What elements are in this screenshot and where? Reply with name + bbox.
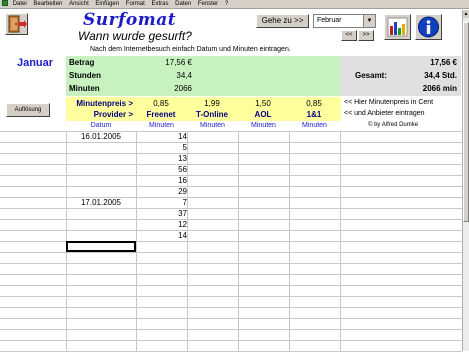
price-cell[interactable]: 0,85 [289,98,339,109]
date-cell[interactable] [66,153,136,164]
provider-hint-text: << und Anbieter eintragen [344,110,425,117]
grid-row-line [0,340,462,341]
menu-bar: Datei Bearbeiten Ansicht Einfügen Format… [0,0,469,9]
menu-item-format[interactable]: Format [126,0,145,8]
date-cell[interactable] [66,175,136,186]
provider-row-label: Provider > [93,110,133,119]
vertical-scrollbar[interactable]: ▲ [462,10,469,351]
month-summary-panel: Betrag 17,56 € Stunden 34,4 Minuten 2066 [66,56,340,96]
minutes-cell[interactable]: 16 [136,175,187,186]
grid-row-line [0,274,462,275]
info-button[interactable] [415,14,442,40]
grid-row-line [0,318,462,319]
minutes-cell[interactable]: 37 [136,208,187,219]
pricing-panel: Minutenpreis > Provider > 0,85 1,99 1,50… [66,97,341,121]
bar-chart-icon [387,17,408,37]
summary-row-amount: Betrag 17,56 € [66,56,340,69]
grid-row-line [0,252,462,253]
grid-row-line [0,307,462,308]
next-month-button[interactable]: >> [358,30,374,41]
menu-item-edit[interactable]: Bearbeiten [33,0,62,8]
month-select[interactable]: Februar ▼ [313,14,376,28]
menu-item-window[interactable]: Fenster [198,0,218,8]
total-minutes: 2066 min [422,84,457,93]
column-header-date: Datum [90,122,112,129]
info-icon [418,16,439,38]
summary-label: Betrag [69,58,95,67]
date-cell[interactable]: 16.01.2005 [66,131,136,142]
minutes-cell[interactable]: 7 [136,197,187,208]
page-question: Wann wurde gesurft? [78,29,192,43]
scrollbar-thumb[interactable] [463,22,469,222]
instructions-text: Nach dem Internetbesuch einfach Datum un… [90,46,291,53]
scroll-up-icon[interactable]: ▲ [463,10,469,18]
provider-cell[interactable]: 1&1 [289,109,339,120]
reset-button[interactable]: Auflösung [6,103,50,117]
date-cell[interactable] [66,208,136,219]
menu-item-data[interactable]: Daten [175,0,191,8]
app-brand-title: Surfomat [83,10,177,30]
chevron-down-icon[interactable]: ▼ [363,15,375,27]
current-month-label: Januar [16,57,54,69]
minutes-cell[interactable]: 5 [136,142,187,153]
exit-button[interactable] [5,13,28,35]
total-hours: 34,4 Std. [424,71,457,80]
summary-value: 17,56 € [165,58,192,67]
date-cell[interactable] [66,142,136,153]
menu-item-view[interactable]: Ansicht [69,0,89,8]
total-summary-panel: 17,56 € Gesamt: 34,4 Std. 2066 min [340,56,461,96]
grid-row-line [0,285,462,286]
column-header-minutes: Minuten [149,122,174,129]
price-cell[interactable]: 0,85 [136,98,186,109]
month-select-value: Februar [317,17,342,24]
minutes-cell[interactable]: 13 [136,153,187,164]
excel-app-icon[interactable] [2,0,8,7]
price-cell[interactable]: 1,99 [187,98,237,109]
grid-row-line [0,296,462,297]
provider-cell[interactable]: T-Online [187,109,237,120]
provider-cell[interactable]: Freenet [136,109,186,120]
minutes-cell[interactable]: 29 [136,186,187,197]
price-cell[interactable]: 1,50 [238,98,288,109]
column-header-minutes: Minuten [251,122,276,129]
menu-item-file[interactable]: Datei [13,0,27,8]
chart-button[interactable] [384,14,411,40]
prev-month-button[interactable]: << [341,30,357,41]
minutes-cell[interactable]: 12 [136,219,187,230]
summary-row-hours: Stunden 34,4 [66,69,340,82]
date-cell[interactable]: 17.01.2005 [66,197,136,208]
summary-value: 34,4 [176,71,192,80]
total-label: Gesamt: [355,71,388,80]
menu-item-tools[interactable]: Extras [151,0,168,8]
summary-value: 2066 [174,84,192,93]
minutes-cell[interactable]: 56 [136,164,187,175]
summary-row-minutes: Minuten 2066 [66,82,340,95]
column-header-minutes: Minuten [200,122,225,129]
price-row-label: Minutenpreis > [76,99,133,108]
summary-label: Minuten [69,84,100,93]
date-cell[interactable] [66,186,136,197]
active-cell-cursor[interactable] [66,241,136,252]
menu-item-insert[interactable]: Einfügen [95,0,119,8]
minutes-cell[interactable]: 14 [136,230,187,241]
provider-cell[interactable]: AOL [238,109,288,120]
goto-button[interactable]: Gehe zu >> [256,14,309,28]
minutes-cell[interactable]: 14 [136,131,187,142]
price-hint-text: << Hier Minutenpreis in Cent [344,99,434,106]
date-cell[interactable] [66,164,136,175]
total-amount: 17,56 € [430,58,457,67]
date-cell[interactable] [66,219,136,230]
menu-item-help[interactable]: ? [225,0,228,8]
date-cell[interactable] [66,230,136,241]
copyright-text: © by Alfred Dumke [368,122,419,128]
grid-row-line [0,263,462,264]
exit-door-icon [8,15,27,33]
grid-row-line [0,329,462,330]
summary-label: Stunden [69,71,101,80]
column-header-minutes: Minuten [302,122,327,129]
